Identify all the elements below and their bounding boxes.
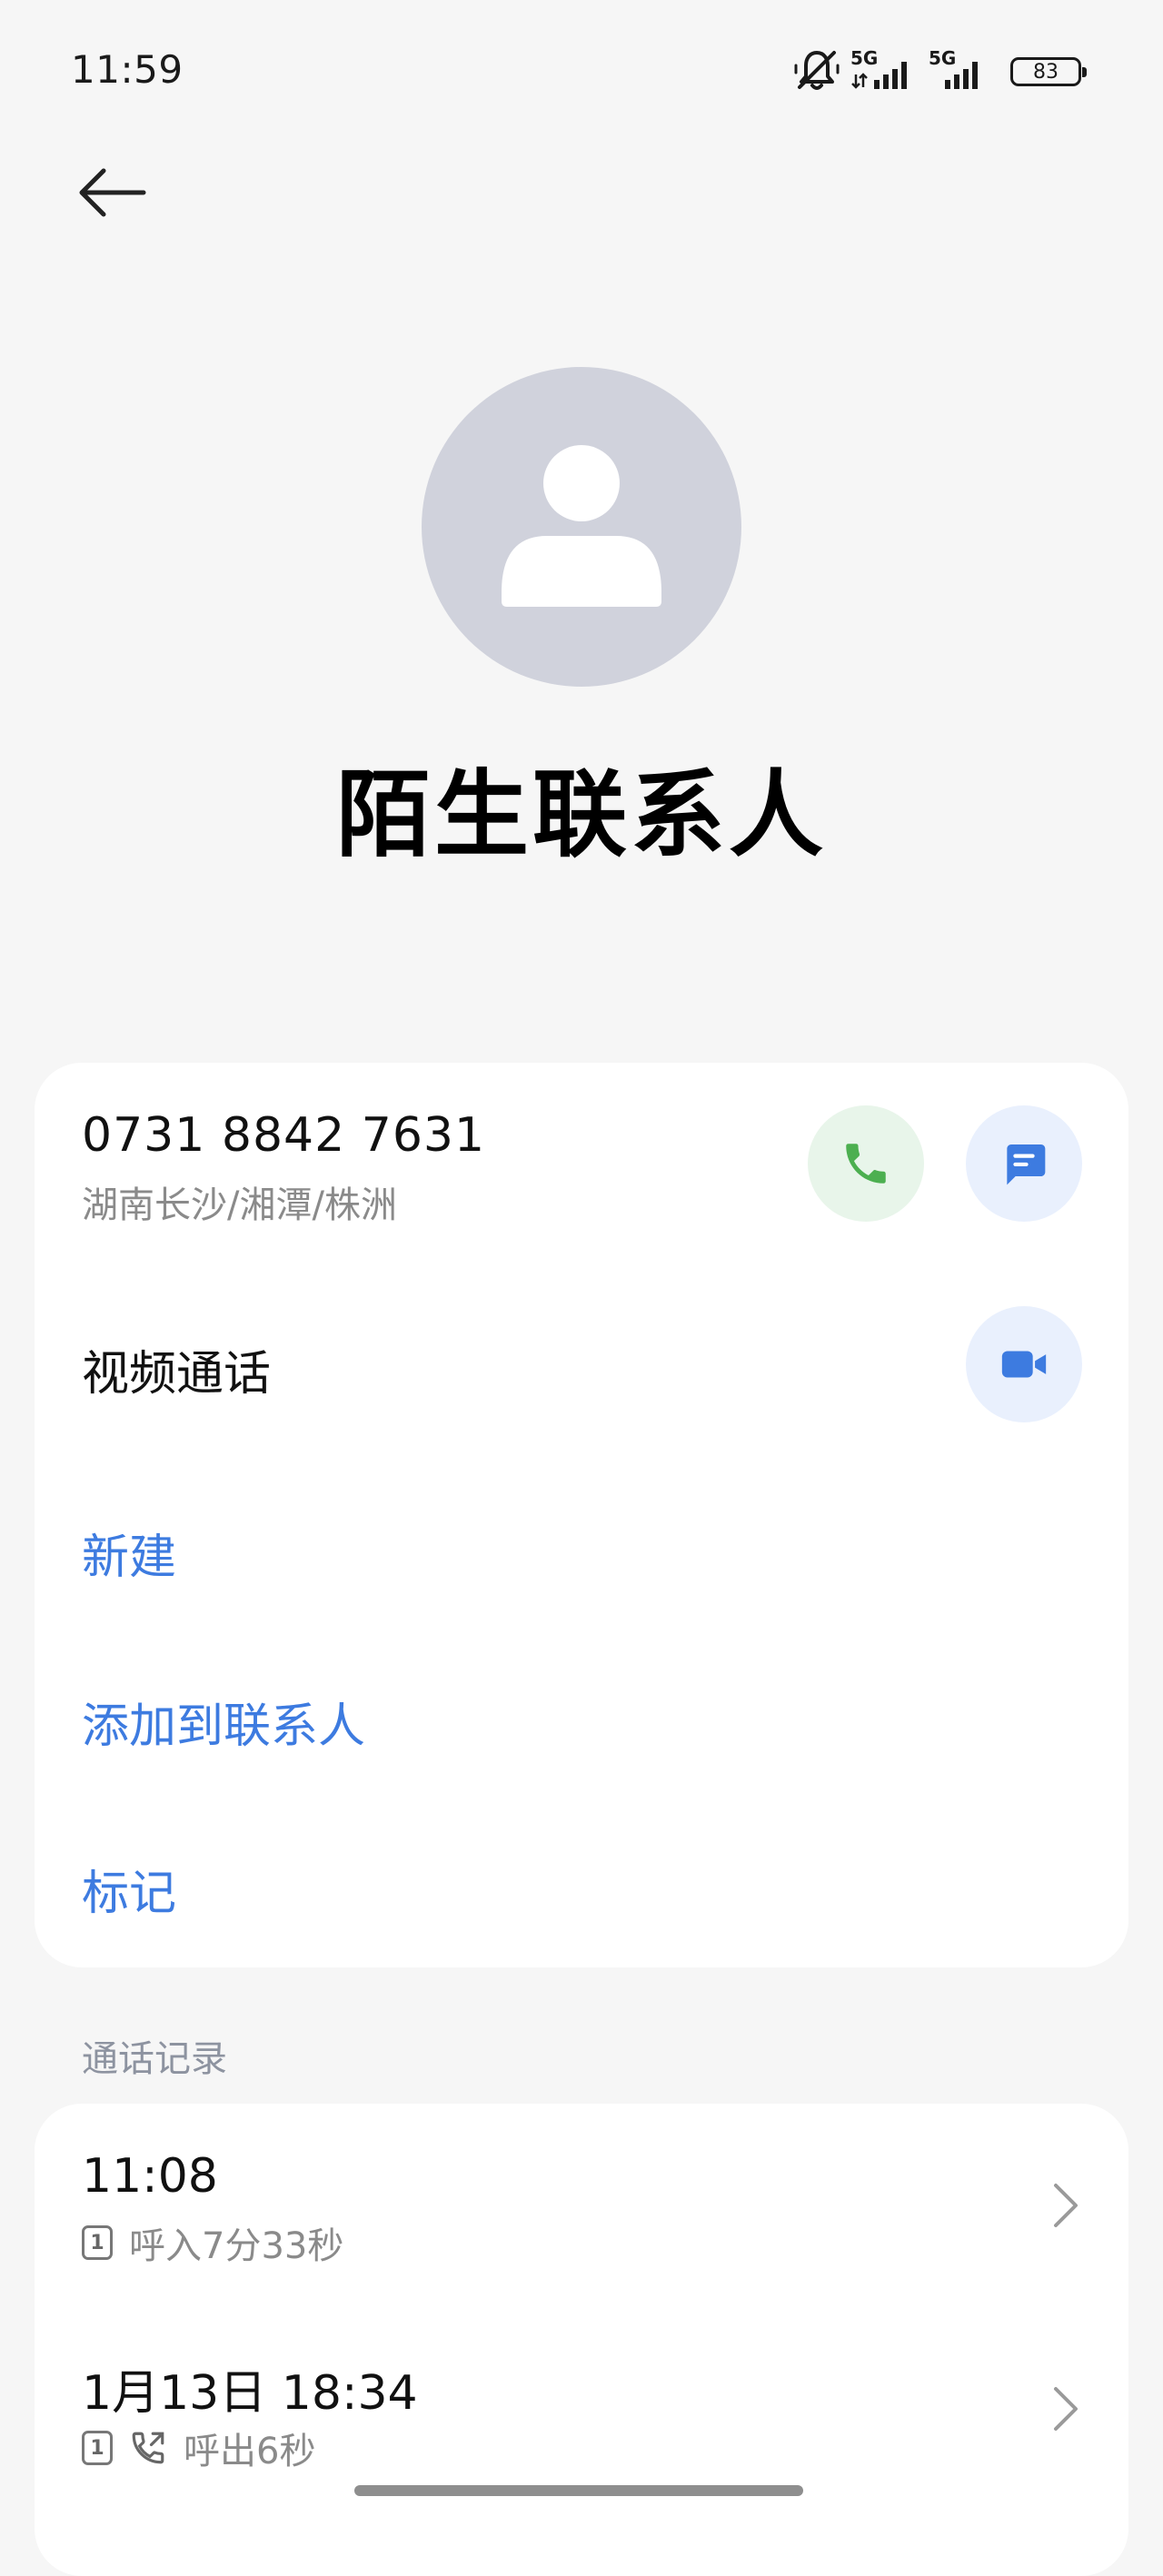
bell-off-icon [792, 45, 841, 98]
chevron-right-icon[interactable] [1047, 2178, 1083, 2233]
back-button[interactable] [76, 156, 154, 229]
sim-badge: 1 [82, 2431, 113, 2465]
status-time: 11:59 [71, 47, 184, 92]
message-button[interactable] [966, 1105, 1082, 1222]
call-log-description: 呼出6秒 [184, 2431, 316, 2472]
signal-5g-sim2: 5G [929, 47, 998, 96]
phone-icon [846, 1144, 886, 1184]
call-log-detail: 1 呼出6秒 [82, 2422, 315, 2474]
mark-number-link[interactable]: 标记 [82, 1855, 176, 1923]
new-contact-link[interactable]: 新建 [82, 1519, 176, 1587]
phone-outgoing-icon [132, 2432, 164, 2464]
call-log-title: 通话记录 [82, 2038, 227, 2080]
signal-bars-icon [851, 62, 907, 89]
signal-5g-sim1: 5G [850, 47, 919, 96]
phone-number[interactable]: 0731 8842 7631 [82, 1108, 485, 1163]
battery-indicator: 83 [1010, 57, 1087, 86]
person-icon [502, 445, 661, 607]
status-icons: 5G 5G 83 [792, 45, 1087, 98]
signal-bars-icon [945, 62, 978, 89]
home-indicator[interactable] [354, 2485, 803, 2496]
call-log-detail: 1 呼入7分33秒 [82, 2216, 343, 2269]
video-call-label: 视频通话 [82, 1347, 272, 1402]
add-to-contacts-link[interactable]: 添加到联系人 [82, 1688, 365, 1756]
arrow-left-icon [79, 168, 146, 217]
chevron-right-icon[interactable] [1047, 2382, 1083, 2436]
sim-badge: 1 [82, 2225, 113, 2260]
video-camera-icon [1001, 1351, 1047, 1378]
contact-name: 陌生联系人 [335, 759, 827, 870]
avatar [422, 367, 741, 687]
call-button[interactable] [808, 1105, 924, 1222]
phone-location: 湖南长沙/湘潭/株洲 [82, 1184, 397, 1226]
call-log-time[interactable]: 11:08 [82, 2149, 218, 2204]
message-icon [1007, 1144, 1046, 1185]
call-log-description: 呼入7分33秒 [129, 2225, 344, 2267]
call-log-time[interactable]: 1月13日 18:34 [82, 2354, 418, 2422]
video-call-button[interactable] [966, 1306, 1082, 1422]
